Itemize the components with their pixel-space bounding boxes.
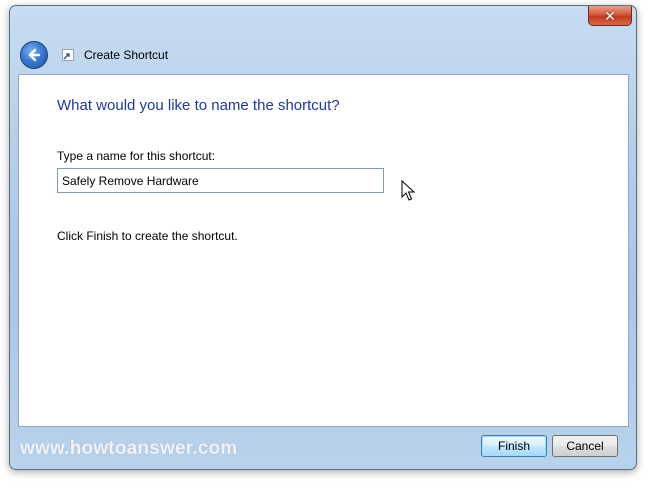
close-icon: ✕ xyxy=(604,7,616,24)
finish-button[interactable]: Finish xyxy=(481,435,547,457)
close-button[interactable]: ✕ xyxy=(588,6,632,26)
wizard-content: What would you like to name the shortcut… xyxy=(18,74,629,427)
shortcut-icon xyxy=(62,49,74,61)
back-arrow-icon xyxy=(28,48,41,62)
wizard-header: Create Shortcut xyxy=(17,36,629,74)
window-title: Create Shortcut xyxy=(84,48,169,62)
finish-instruction: Click Finish to create the shortcut. xyxy=(57,229,238,243)
wizard-footer: www.howtoanswer.com Finish Cancel xyxy=(18,427,629,465)
back-button[interactable] xyxy=(20,41,48,69)
page-heading: What would you like to name the shortcut… xyxy=(57,97,340,114)
shortcut-name-label: Type a name for this shortcut: xyxy=(57,149,216,163)
create-shortcut-window: ✕ Create Shortcut What would you like to… xyxy=(9,5,637,470)
watermark-text: www.howtoanswer.com xyxy=(20,438,238,459)
mouse-pointer-icon xyxy=(401,180,416,201)
shortcut-name-input[interactable] xyxy=(57,168,384,193)
cancel-button[interactable]: Cancel xyxy=(552,435,618,457)
